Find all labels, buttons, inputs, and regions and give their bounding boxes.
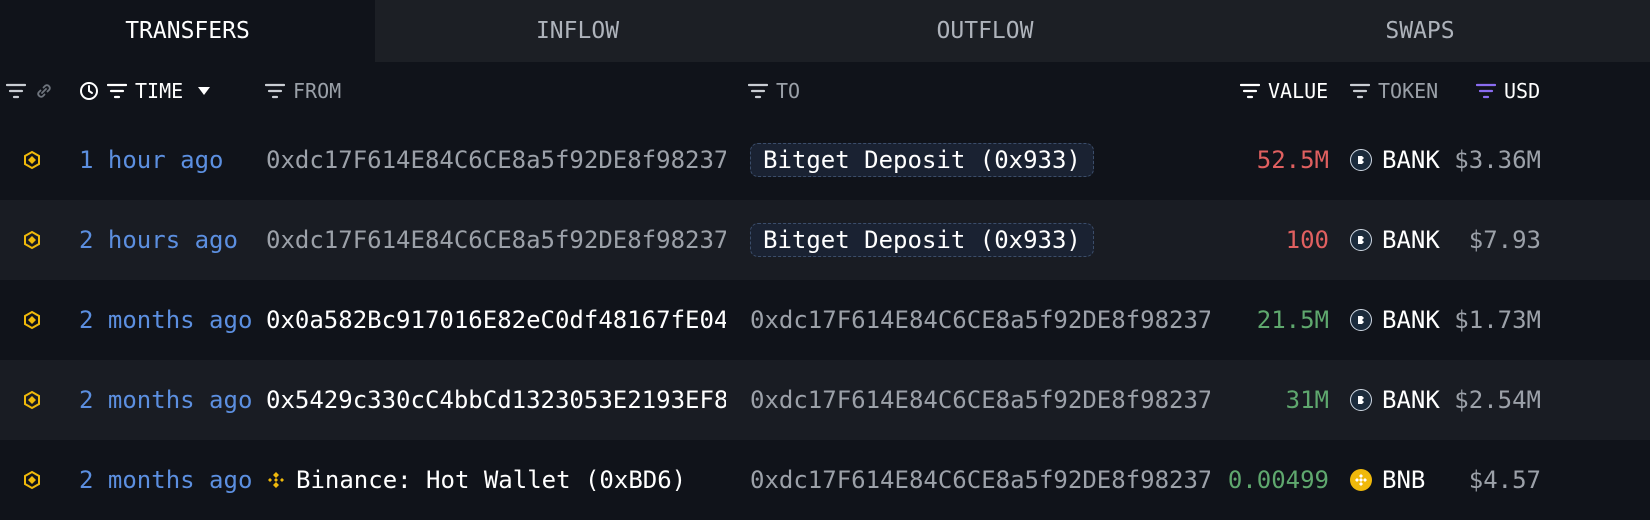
bnb-chain-icon xyxy=(22,280,42,360)
token-cell[interactable]: BANK xyxy=(1350,280,1460,360)
value-header-label: VALUE xyxy=(1268,79,1329,103)
usd-column-header[interactable]: USD xyxy=(1476,62,1540,120)
time-link[interactable]: 2 hours ago xyxy=(79,200,259,280)
from-address[interactable]: 0x5429c330cC4bbCd1323053E2193EF8… xyxy=(266,360,726,440)
token-cell[interactable]: BANK xyxy=(1350,120,1460,200)
to-address[interactable]: 0xdc17F614E84C6CE8a5f92DE8f98237… xyxy=(750,440,1210,520)
sort-down-icon[interactable] xyxy=(197,86,211,96)
link-icon[interactable] xyxy=(34,81,54,101)
value-amount: 100 xyxy=(1285,226,1329,254)
to-address[interactable]: 0xdc17F614E84C6CE8a5f92DE8f98237… xyxy=(750,280,1210,360)
chain-filter[interactable] xyxy=(6,62,54,120)
bnb-token-icon xyxy=(1350,469,1372,491)
table-row[interactable]: 1 hour ago 0xdc17F614E84C6CE8a5f92DE8f98… xyxy=(0,120,1650,200)
token-cell[interactable]: BANK xyxy=(1350,360,1460,440)
from-address[interactable]: 0x0a582Bc917016E82eC0df48167fE04… xyxy=(266,280,726,360)
entity-tag[interactable]: Bitget Deposit (0x933) xyxy=(750,223,1094,257)
from-column-header[interactable]: FROM xyxy=(265,62,341,120)
usd-amount: $4.57 xyxy=(1468,466,1541,494)
clock-icon xyxy=(79,81,99,101)
tab-inflow[interactable]: INFLOW xyxy=(375,0,780,62)
token-symbol: BANK xyxy=(1382,306,1440,334)
to-address[interactable]: 0xdc17F614E84C6CE8a5f92DE8f98237… xyxy=(750,360,1210,440)
token-cell[interactable]: BNB xyxy=(1350,440,1460,520)
bank-token-icon xyxy=(1350,149,1372,171)
to-filter-icon[interactable] xyxy=(748,83,768,99)
table-row[interactable]: 2 months ago Binance: Hot Wallet (0xBD6)… xyxy=(0,440,1650,520)
entity-name: Binance: Hot Wallet (0xBD6) xyxy=(296,466,687,494)
usd-amount: $1.73M xyxy=(1455,306,1541,334)
time-header-label: TIME xyxy=(135,79,184,103)
token-filter-icon[interactable] xyxy=(1350,83,1370,99)
token-symbol: BANK xyxy=(1382,386,1440,414)
tab-transfers[interactable]: TRANSFERS xyxy=(0,0,375,62)
value-amount: 21.5M xyxy=(1256,306,1329,334)
from-address[interactable]: 0xdc17F614E84C6CE8a5f92DE8f98237… xyxy=(266,200,726,280)
value-column-header[interactable]: VALUE xyxy=(1240,62,1328,120)
token-symbol: BNB xyxy=(1382,466,1426,494)
usd-amount: $2.54M xyxy=(1455,386,1541,414)
tab-outflow[interactable]: OUTFLOW xyxy=(780,0,1190,62)
filter-icon[interactable] xyxy=(6,83,26,99)
usd-amount: $7.93 xyxy=(1468,226,1541,254)
table-row[interactable]: 2 hours ago 0xdc17F614E84C6CE8a5f92DE8f9… xyxy=(0,200,1650,280)
value-amount: 0.00499 xyxy=(1227,466,1329,494)
to-header-label: TO xyxy=(776,79,801,103)
to-column-header[interactable]: TO xyxy=(748,62,800,120)
bnb-chain-icon xyxy=(22,360,42,440)
time-link[interactable]: 2 months ago xyxy=(79,280,259,360)
bank-token-icon xyxy=(1350,309,1372,331)
time-filter-icon[interactable] xyxy=(107,83,127,99)
table-row[interactable]: 2 months ago 0x5429c330cC4bbCd1323053E21… xyxy=(0,360,1650,440)
transfers-table: 1 hour ago 0xdc17F614E84C6CE8a5f92DE8f98… xyxy=(0,120,1650,520)
usd-header-label: USD xyxy=(1504,79,1541,103)
bnb-chain-icon xyxy=(22,200,42,280)
entity-tag[interactable]: Bitget Deposit (0x933) xyxy=(750,143,1094,177)
token-symbol: BANK xyxy=(1382,146,1440,174)
bank-token-icon xyxy=(1350,229,1372,251)
bnb-chain-icon xyxy=(22,120,42,200)
value-amount: 31M xyxy=(1285,386,1329,414)
token-column-header[interactable]: TOKEN xyxy=(1350,62,1438,120)
usd-filter-icon[interactable] xyxy=(1476,83,1496,99)
time-column-header[interactable]: TIME xyxy=(79,62,211,120)
bank-token-icon xyxy=(1350,389,1372,411)
token-cell[interactable]: BANK xyxy=(1350,200,1460,280)
usd-amount: $3.36M xyxy=(1455,146,1541,174)
from-header-label: FROM xyxy=(293,79,342,103)
table-row[interactable]: 2 months ago 0x0a582Bc917016E82eC0df4816… xyxy=(0,280,1650,360)
value-filter-icon[interactable] xyxy=(1240,83,1260,99)
time-link[interactable]: 1 hour ago xyxy=(79,120,259,200)
token-symbol: BANK xyxy=(1382,226,1440,254)
from-address[interactable]: 0xdc17F614E84C6CE8a5f92DE8f98237… xyxy=(266,120,726,200)
to-entity[interactable]: Bitget Deposit (0x933) xyxy=(750,120,1210,200)
from-entity[interactable]: Binance: Hot Wallet (0xBD6) xyxy=(266,440,726,520)
binance-icon xyxy=(266,470,286,490)
from-filter-icon[interactable] xyxy=(265,83,285,99)
token-header-label: TOKEN xyxy=(1378,79,1439,103)
tab-swaps[interactable]: SWAPS xyxy=(1190,0,1650,62)
time-link[interactable]: 2 months ago xyxy=(79,360,259,440)
to-entity[interactable]: Bitget Deposit (0x933) xyxy=(750,200,1210,280)
bnb-chain-icon xyxy=(22,440,42,520)
table-header: TIME FROM TO VALUE TOKEN USD xyxy=(0,62,1650,120)
value-amount: 52.5M xyxy=(1256,146,1329,174)
tab-bar: TRANSFERS INFLOW OUTFLOW SWAPS xyxy=(0,0,1650,62)
time-link[interactable]: 2 months ago xyxy=(79,440,259,520)
